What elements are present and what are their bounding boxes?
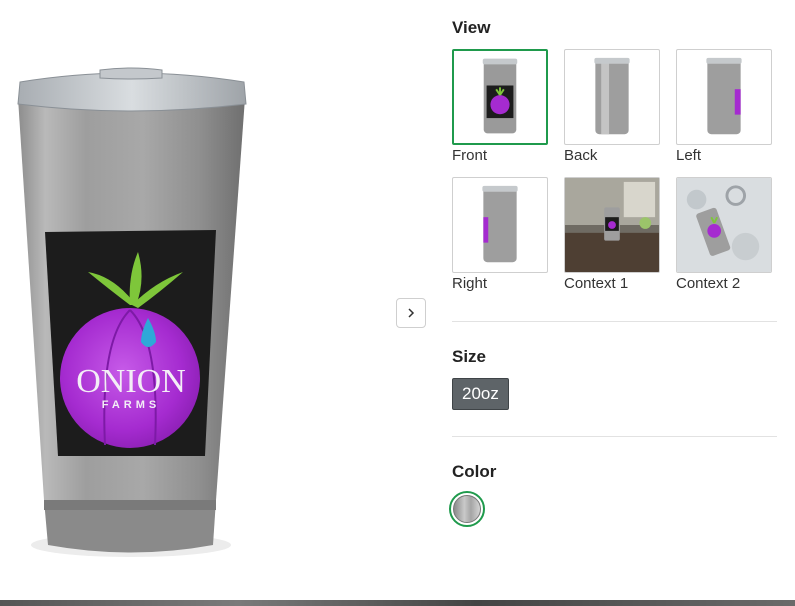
view-thumb-context-1[interactable]: Context 1 (564, 177, 660, 293)
logo-line2: FARMS (102, 399, 161, 411)
thumb-image-left[interactable] (676, 49, 772, 145)
thumb-image-front[interactable] (452, 49, 548, 145)
thumb-label-context-2: Context 2 (676, 275, 741, 292)
size-heading: Size (452, 347, 487, 366)
thumb-image-context-2[interactable] (676, 177, 772, 273)
thumb-label-front: Front (452, 147, 488, 164)
thumb-label-context-1: Context 1 (564, 275, 629, 292)
tumbler-illustration: ONION FARMS (17, 67, 247, 557)
view-thumb-left[interactable]: Left (676, 49, 772, 165)
view-thumb-back[interactable]: Back (564, 49, 660, 165)
thumb-label-left: Left (676, 147, 702, 164)
thumb-label-back: Back (564, 147, 598, 164)
color-swatch-stainless[interactable] (449, 491, 485, 527)
thumb-image-back[interactable] (564, 49, 660, 145)
next-image-button[interactable] (396, 298, 426, 328)
view-thumb-right[interactable]: Right (452, 177, 548, 293)
divider (452, 321, 777, 322)
thumb-image-context-1[interactable] (564, 177, 660, 273)
chevron-right-icon (408, 308, 415, 318)
color-heading: Color (452, 462, 497, 481)
view-heading: View (452, 18, 491, 37)
divider (452, 436, 777, 437)
view-thumb-front[interactable]: Front (452, 49, 548, 165)
size-option-20oz[interactable]: 20oz (452, 378, 509, 410)
thumb-label-right: Right (452, 275, 488, 292)
logo-line1: ONION (76, 363, 186, 400)
bottom-bar (0, 600, 795, 606)
product-main-image: ONION FARMS (0, 0, 395, 600)
color-swatch-fill (453, 495, 481, 523)
thumb-image-right[interactable] (452, 177, 548, 273)
view-thumb-context-2[interactable]: Context 2 (676, 177, 772, 293)
